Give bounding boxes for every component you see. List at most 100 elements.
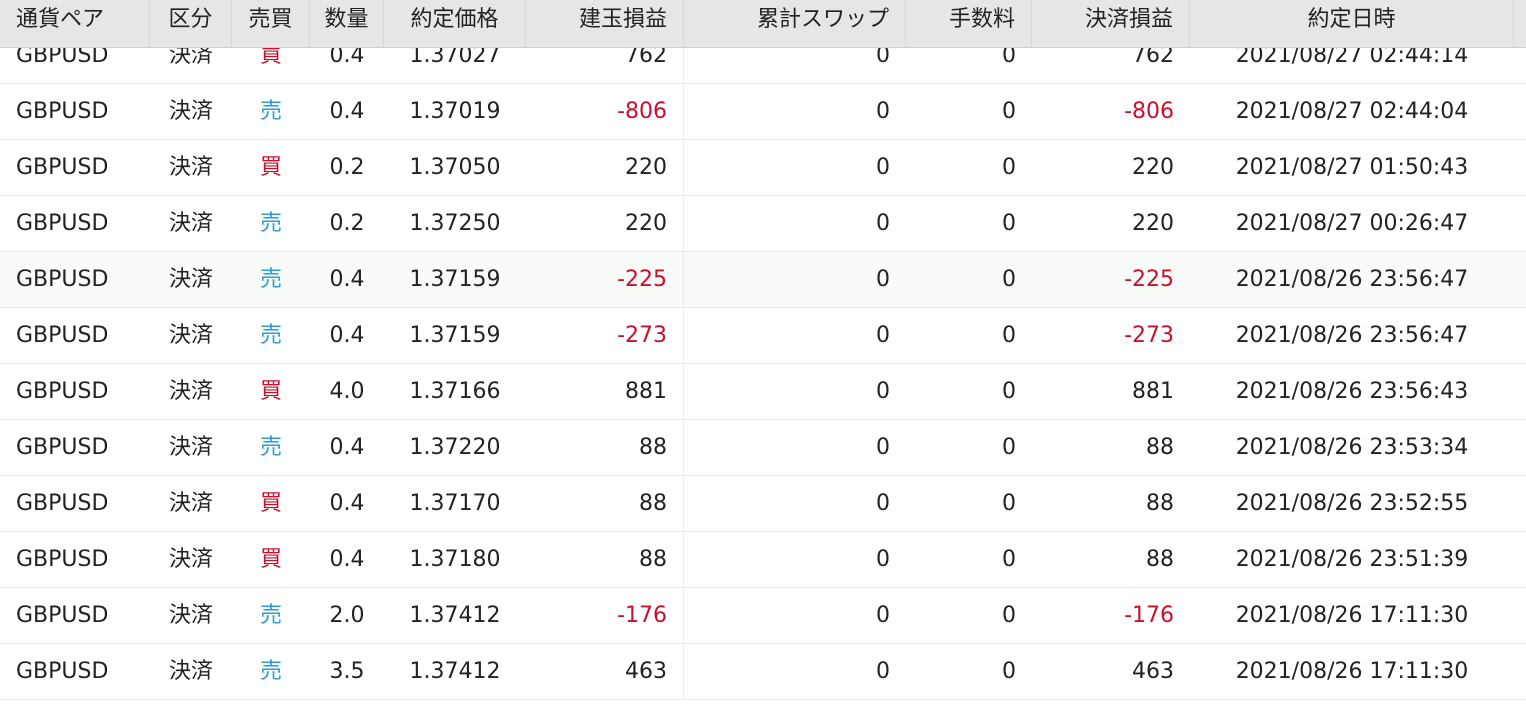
header-datetime[interactable]: 約定日時 [1190, 0, 1514, 48]
cell-category: 決済 [168, 379, 213, 404]
cell-price: 1.37166 [409, 379, 501, 404]
cell-settled-pnl: 88 [1146, 547, 1174, 572]
cell-pair: GBPUSD [16, 435, 109, 460]
table-row[interactable]: GBPUSD 決済 売 3.5 1.37412 463 0 0 463 2021/08/26 17… [0, 644, 1526, 700]
header-side[interactable]: 売買 [232, 0, 310, 48]
table-row[interactable]: GBPUSD 決済 買 0.2 1.37050 220 0 0 220 2021/08/27 01… [0, 140, 1526, 196]
cell-side: 買 [259, 155, 282, 180]
cell-category: 決済 [168, 603, 213, 628]
cell-swap: 0 [876, 155, 890, 180]
cell-category: 決済 [168, 211, 213, 236]
cell-price: 1.37220 [409, 435, 501, 460]
cell-category: 決済 [168, 99, 213, 124]
cell-price: 1.37019 [409, 99, 501, 124]
cell-quantity: 0.4 [329, 435, 365, 460]
table-body[interactable]: GBPUSD 決済買 0.4 1.37027 762 0 0 762 2021/08/27 02… [0, 48, 1526, 708]
cell-settled-pnl: 88 [1146, 491, 1174, 516]
table-row[interactable]: GBPUSD 決済 売 0.4 1.37220 88 0 0 88 2021/08/26 23:5… [0, 420, 1526, 476]
header-pair[interactable]: 通貨ペア [0, 0, 150, 48]
cell-pair: GBPUSD [16, 603, 109, 628]
cell-fee: 0 [1002, 211, 1016, 236]
cell-swap: 0 [876, 379, 890, 404]
table-row[interactable]: GBPUSD 決済 買 0.4 1.37180 88 0 0 88 2021/08/26 23:5… [0, 532, 1526, 588]
cell-position-pnl: 762 [526, 48, 684, 84]
table-row[interactable]: GBPUSD 決済 売 0.4 1.37159 -225 0 0 -225 2021/08/26 … [0, 252, 1526, 308]
cell-datetime: 2021/08/26 23:56:43 [1235, 379, 1469, 404]
table-row[interactable]: GBPUSD 決済 買 0.4 1.37027 762 0 0 762 2021/08/27 02… [0, 48, 1526, 84]
cell-datetime: 2021/08/26 23:56:47 [1235, 267, 1469, 292]
cell-price: 1.37412 [409, 659, 501, 684]
header-category[interactable]: 区分 [150, 0, 232, 48]
cell-category: 決済 [168, 435, 213, 460]
cell-position-pnl: -806 [526, 84, 684, 140]
header-position-pnl[interactable]: 建玉損益 [526, 0, 684, 48]
table-row[interactable]: GBPUSD 決済 売 0.2 1.37250 220 0 0 220 2021/08/27 00… [0, 196, 1526, 252]
cell-category: 決済 [168, 48, 213, 68]
cell-settled-pnl: 463 [1132, 659, 1174, 684]
cell-datetime: 2021/08/26 23:56:47 [1235, 323, 1469, 348]
cell-fee: 0 [1002, 491, 1016, 516]
cell-quantity: 0.4 [329, 267, 365, 292]
cell-side: 売 [259, 99, 282, 124]
header-swap[interactable]: 累計スワップ [684, 0, 906, 48]
cell-category: 決済 [168, 267, 213, 292]
cell-side: 買 [259, 379, 282, 404]
table-row[interactable]: GBPUSD 決済 買 0.4 1.37170 88 0 0 88 2021/08/26 23:5… [0, 476, 1526, 532]
cell-side: 買 [259, 491, 282, 516]
cell-category: 決済 [168, 155, 213, 180]
header-quantity[interactable]: 数量 [310, 0, 384, 48]
cell-pair: GBPUSD [16, 659, 109, 684]
cell-datetime: 2021/08/26 23:53:34 [1235, 435, 1469, 460]
cell-position-pnl: -225 [526, 252, 684, 308]
cell-datetime: 2021/08/26 17:11:30 [1235, 603, 1469, 628]
cell-price: 1.37170 [409, 491, 501, 516]
cell-price: 1.37159 [409, 267, 501, 292]
cell-quantity: 0.2 [329, 155, 365, 180]
table-header: 通貨ペア 区分 売買 数量 約定価格 建玉損益 累計スワップ 手数料 決済損益 … [0, 0, 1526, 48]
cell-position-pnl: 463 [526, 644, 684, 700]
cell-fee: 0 [1002, 659, 1016, 684]
cell-quantity: 4.0 [329, 379, 365, 404]
trade-history-table: 通貨ペア 区分 売買 数量 約定価格 建玉損益 累計スワップ 手数料 決済損益 … [0, 0, 1526, 708]
cell-pair: GBPUSD [16, 379, 109, 404]
cell-swap: 0 [876, 48, 890, 68]
cell-swap: 0 [876, 211, 890, 236]
cell-datetime: 2021/08/26 17:11:30 [1235, 659, 1469, 684]
table-row[interactable]: GBPUSD 決済 買 4.0 1.37166 881 0 0 881 2021/08/26 23… [0, 364, 1526, 420]
header-settled-pnl[interactable]: 決済損益 [1032, 0, 1190, 48]
header-price[interactable]: 約定価格 [384, 0, 526, 48]
cell-swap: 0 [876, 547, 890, 572]
cell-swap: 0 [876, 491, 890, 516]
table-row[interactable]: GBPUSD 決済 売 0.4 1.37159 -273 0 0 -273 2021/08/26 … [0, 308, 1526, 364]
cell-side: 売 [259, 603, 282, 628]
cell-price: 1.37050 [409, 155, 501, 180]
cell-quantity: 0.4 [329, 48, 365, 68]
table-row[interactable]: GBPUSD 決済 売 2.0 1.37412 -176 0 0 -176 2021/08/26 … [0, 588, 1526, 644]
cell-settled-pnl: -225 [1124, 267, 1174, 292]
cell-fee: 0 [1002, 435, 1016, 460]
cell-settled-pnl: -176 [1124, 603, 1174, 628]
cell-pair: GBPUSD [16, 48, 109, 68]
cell-settled-pnl: -273 [1124, 323, 1174, 348]
cell-side: 売 [259, 659, 282, 684]
cell-datetime: 2021/08/27 00:26:47 [1235, 211, 1469, 236]
cell-fee: 0 [1002, 379, 1016, 404]
cell-swap: 0 [876, 659, 890, 684]
cell-settled-pnl: 88 [1146, 435, 1174, 460]
table-rows: GBPUSD 決済買 0.4 1.37027 762 0 0 762 2021/08/27 02… [0, 48, 1526, 700]
cell-quantity: 2.0 [329, 603, 365, 628]
cell-position-pnl: 88 [526, 420, 684, 476]
cell-pair: GBPUSD [16, 99, 109, 124]
cell-swap: 0 [876, 99, 890, 124]
cell-fee: 0 [1002, 323, 1016, 348]
table-row[interactable]: GBPUSD 決済 売 0.4 1.37019 -806 0 0 -806 2021/08/27 … [0, 84, 1526, 140]
cell-datetime: 2021/08/26 23:51:39 [1235, 547, 1469, 572]
cell-settled-pnl: 220 [1132, 211, 1174, 236]
cell-fee: 0 [1002, 99, 1016, 124]
cell-side: 売 [259, 435, 282, 460]
header-fee[interactable]: 手数料 [906, 0, 1032, 48]
cell-datetime: 2021/08/27 02:44:04 [1235, 99, 1469, 124]
cell-settled-pnl: -806 [1124, 99, 1174, 124]
cell-position-pnl: 88 [526, 532, 684, 588]
cell-quantity: 0.4 [329, 99, 365, 124]
